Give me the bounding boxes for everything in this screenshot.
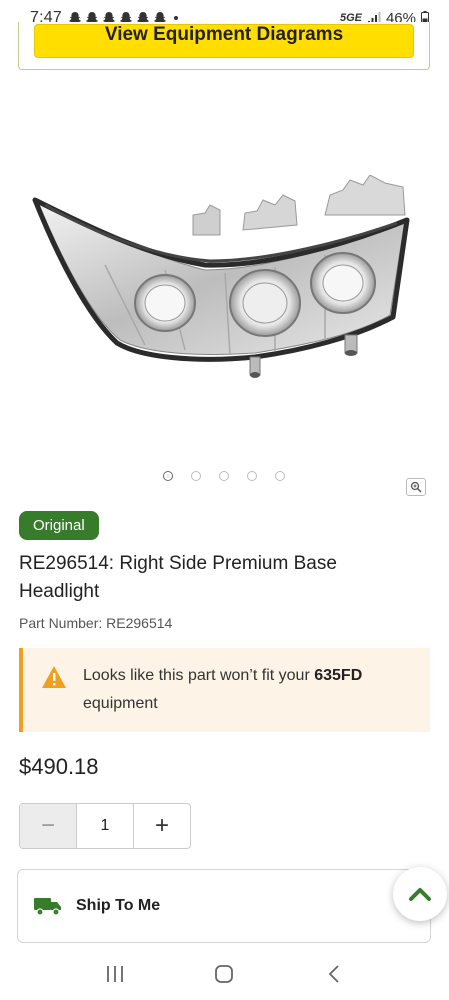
fitment-warning: Looks like this part won’t fit your 635F… [19,648,430,732]
headlight-image[interactable] [25,175,425,390]
back-icon [328,965,339,983]
warning-suffix: equipment [83,695,158,712]
original-badge: Original [19,511,99,540]
carousel-dot[interactable] [163,471,173,481]
carousel-dot[interactable] [219,471,229,481]
zoom-in-icon [410,481,422,493]
truck-icon [34,898,61,916]
quantity-input[interactable]: 1 [76,804,134,848]
scroll-to-top-button[interactable] [393,867,447,921]
warning-equipment: 635FD [314,667,363,684]
decrease-quantity-button[interactable]: − [20,804,76,848]
view-equipment-diagrams-button[interactable]: View Equipment Diagrams [34,24,414,58]
carousel-dot[interactable] [247,471,257,481]
ship-to-me-label: Ship To Me [76,897,161,914]
warning-icon [42,666,66,688]
warning-text: Looks like this part won’t fit your 635F… [83,662,362,718]
increase-quantity-button[interactable]: + [134,804,190,848]
back-button[interactable] [319,959,349,989]
product-title: RE296514: Right Side Premium Base Headli… [19,553,337,602]
recent-apps-button[interactable] [100,959,130,989]
carousel-dots [163,471,285,481]
carousel-dot[interactable] [275,471,285,481]
home-icon [215,965,234,983]
quantity-stepper: − 1 + [19,803,191,849]
part-number: Part Number: RE296514 [19,615,173,631]
price: $490.18 [19,754,99,779]
chevron-up-icon [409,888,431,901]
recent-apps-icon [106,966,123,982]
system-nav-bar [0,948,449,1000]
warning-prefix: Looks like this part won’t fit your [83,667,315,684]
home-button[interactable] [209,959,239,989]
diagrams-button-label: View Equipment Diagrams [104,24,344,45]
carousel-dot[interactable] [191,471,201,481]
zoom-button[interactable] [406,478,426,496]
ship-to-me-option[interactable]: Ship To Me [17,869,431,943]
more-notifications-dot [173,16,178,20]
